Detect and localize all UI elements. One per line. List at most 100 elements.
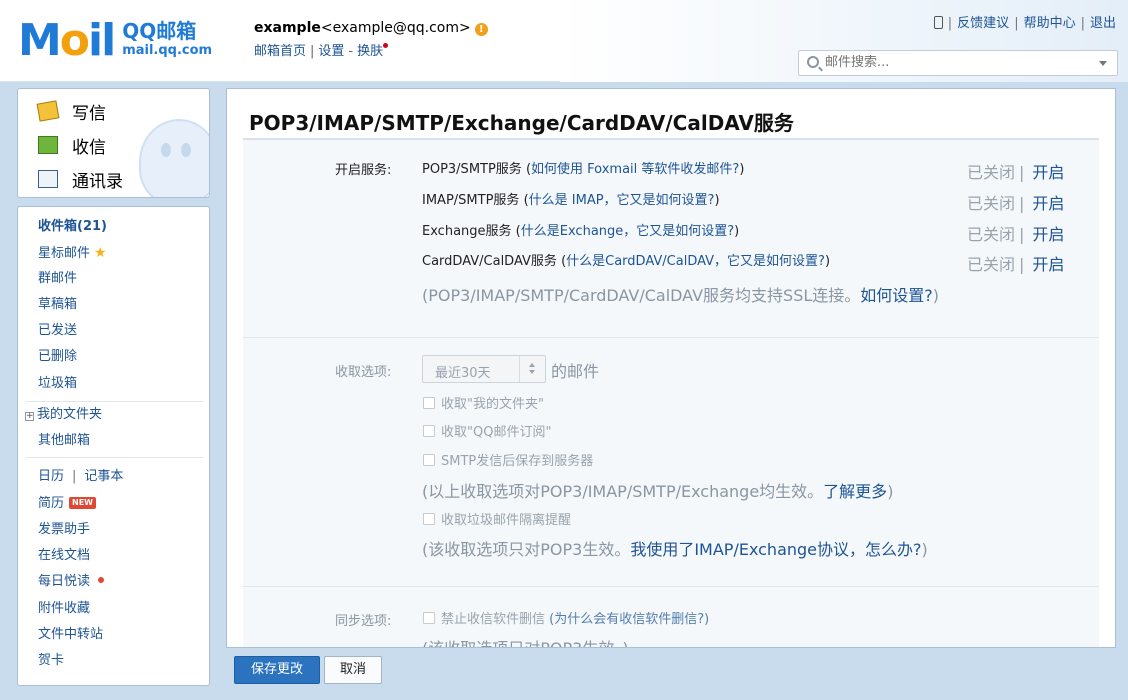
mail-home-link[interactable]: 邮箱首页 (254, 44, 306, 59)
service-row-imap: IMAP/SMTP服务 (什么是 IMAP，它又是如何设置?) (422, 193, 720, 208)
greeting-cards-link[interactable]: 贺卡 (38, 651, 64, 671)
warning-icon[interactable]: ! (474, 23, 488, 36)
settings-area (243, 140, 1099, 647)
skin-link[interactable]: 换肤 (357, 44, 383, 59)
qq-penguin-decoration (139, 119, 209, 197)
folder-other-mailboxes[interactable]: 其他邮箱 (38, 431, 90, 451)
folder-sent[interactable]: 已发送 (38, 321, 77, 341)
service-row-carddav: CardDAV/CalDAV服务 (什么是CardDAV/CalDAV，它又是如… (422, 254, 831, 269)
top-header: Moil QQ邮箱 mail.qq.com example<example@qq… (0, 0, 1128, 82)
mail-search-box[interactable] (798, 50, 1118, 76)
receive-range-value: 最近30天 (435, 366, 491, 381)
settings-panel: POP3/IMAP/SMTP/Exchange/CardDAV/CalDAV服务… (226, 88, 1116, 648)
check-spam-reminder[interactable]: 收取垃圾邮件隔离提醒 (423, 509, 571, 528)
sync-options-label: 同步选项: (335, 614, 392, 629)
help-center-link[interactable]: 帮助中心 (1024, 16, 1076, 31)
pencil-icon (36, 100, 60, 122)
pop3-enable-link[interactable]: 开启 (1032, 163, 1064, 182)
user-block: example<example@qq.com>! 邮箱首页 | 设置 - 换肤 (254, 20, 488, 59)
notes-link[interactable]: 记事本 (84, 469, 123, 484)
top-right-links: | 反馈建议 | 帮助中心 | 退出 (933, 12, 1116, 31)
imap-enable-link[interactable]: 开启 (1032, 194, 1064, 213)
write-label: 写信 (72, 103, 106, 124)
search-dropdown-icon[interactable] (1099, 61, 1107, 66)
folder-drafts[interactable]: 草稿箱 (38, 295, 77, 315)
imap-exchange-help-link[interactable]: 我使用了IMAP/Exchange协议，怎么办? (630, 540, 921, 559)
search-icon (807, 56, 819, 68)
service-status-carddav: 已关闭 | 开启 (967, 255, 1065, 274)
receive-label: 收信 (72, 137, 106, 158)
action-bar: 保存更改 取消 (226, 648, 1116, 690)
check-my-folders[interactable]: 收取"我的文件夹" (423, 393, 544, 412)
why-delete-link[interactable]: (为什么会有收信软件删信?) (549, 608, 709, 627)
exchange-help-link[interactable]: 什么是Exchange，它又是如何设置? (521, 224, 734, 239)
page-title: POP3/IMAP/SMTP/Exchange/CardDAV/CalDAV服务 (249, 111, 794, 135)
folder-my-folders[interactable]: 我的文件夹 (37, 405, 102, 425)
carddav-enable-link[interactable]: 开启 (1032, 255, 1064, 274)
user-email: <example@qq.com> (320, 20, 471, 36)
service-label: 开启服务: (335, 163, 392, 178)
check-smtp-save[interactable]: SMTP发信后保存到服务器 (423, 450, 593, 469)
online-docs-link[interactable]: 在线文档 (38, 546, 90, 566)
folder-inbox[interactable]: 收件箱(21) (38, 217, 107, 237)
folder-spam[interactable]: 垃圾箱 (38, 374, 77, 394)
search-input[interactable] (825, 55, 1085, 70)
settings-link[interactable]: 设置 (318, 44, 344, 59)
feedback-link[interactable]: 反馈建议 (957, 16, 1009, 31)
imap-help-link[interactable]: 什么是 IMAP，它又是如何设置? (529, 193, 715, 208)
write-mail-button[interactable]: 写信 (36, 97, 106, 125)
invoice-assistant-link[interactable]: 发票助手 (38, 520, 90, 540)
mobile-phone-icon[interactable] (933, 16, 943, 29)
pop3-help-link[interactable]: 如何使用 Foxmail 等软件收发邮件? (531, 162, 739, 177)
contacts-label: 通讯录 (72, 171, 123, 192)
section-divider (243, 586, 1099, 587)
qq-mail-logo[interactable]: Moil QQ邮箱 mail.qq.com (18, 18, 212, 64)
checkbox[interactable] (423, 396, 435, 409)
checkbox[interactable] (423, 424, 435, 437)
calendar-link[interactable]: 日历 (38, 469, 64, 484)
logo-subtitle: QQ邮箱 mail.qq.com (122, 21, 212, 61)
download-icon (38, 136, 58, 154)
checkbox[interactable] (423, 512, 435, 525)
select-arrows-icon (519, 356, 545, 382)
user-name: example (254, 20, 321, 36)
receive-range-select[interactable]: 最近30天 (422, 355, 546, 383)
check-qq-subscription[interactable]: 收取"QQ邮件订阅" (423, 421, 551, 440)
check-no-client-delete[interactable]: 禁止收信软件删信 (为什么会有收信软件删信?) (423, 608, 709, 627)
folder-deleted[interactable]: 已删除 (38, 347, 77, 367)
exchange-enable-link[interactable]: 开启 (1032, 225, 1064, 244)
star-icon: ★ (94, 245, 107, 261)
checkbox[interactable] (423, 611, 435, 624)
right-edge (1122, 82, 1128, 700)
service-status-imap: 已关闭 | 开启 (967, 194, 1065, 213)
folder-group[interactable]: 群邮件 (38, 269, 77, 289)
service-status-pop3: 已关闭 | 开启 (967, 163, 1065, 182)
service-row-exchange: Exchange服务 (什么是Exchange，它又是如何设置?) (422, 224, 740, 239)
receive-mail-button[interactable]: 收信 (38, 131, 106, 159)
contacts-button[interactable]: 通讯录 (38, 165, 123, 193)
resume-link[interactable]: 简历 NEW (38, 494, 96, 514)
file-transfer-link[interactable]: 文件中转站 (38, 625, 103, 645)
main-content: POP3/IMAP/SMTP/Exchange/CardDAV/CalDAV服务… (222, 82, 1122, 700)
unread-dot-icon (98, 577, 105, 583)
folder-list: 收件箱(21) 星标邮件 ★ 群邮件 草稿箱 已发送 已删除 垃圾箱 + 我的文件… (17, 206, 210, 686)
checkbox[interactable] (423, 453, 435, 466)
receive-suffix: 的邮件 (551, 362, 600, 381)
save-changes-button[interactable]: 保存更改 (234, 656, 320, 684)
compose-panel: 写信 收信 通讯录 (17, 88, 210, 198)
user-identity: example<example@qq.com>! (254, 20, 488, 36)
daily-read-link[interactable]: 每日悦读 (38, 572, 105, 592)
cancel-button[interactable]: 取消 (324, 656, 382, 684)
address-book-icon (38, 170, 58, 188)
folder-divider (26, 401, 203, 402)
carddav-help-link[interactable]: 什么是CardDAV/CalDAV，它又是如何设置? (566, 254, 825, 269)
attachments-link[interactable]: 附件收藏 (38, 599, 90, 619)
learn-more-link[interactable]: 了解更多 (823, 482, 887, 501)
pop3-only-note: (该收取选项只对POP3生效。我使用了IMAP/Exchange协议，怎么办?) (422, 540, 928, 559)
folder-starred[interactable]: 星标邮件 ★ (38, 243, 107, 263)
expand-plus-icon[interactable]: + (25, 412, 34, 421)
calendar-notes-row: 日历 | 记事本 (38, 469, 124, 484)
ssl-howto-link[interactable]: 如何设置? (860, 286, 933, 305)
logout-link[interactable]: 退出 (1090, 16, 1116, 31)
service-status-exchange: 已关闭 | 开启 (967, 225, 1065, 244)
